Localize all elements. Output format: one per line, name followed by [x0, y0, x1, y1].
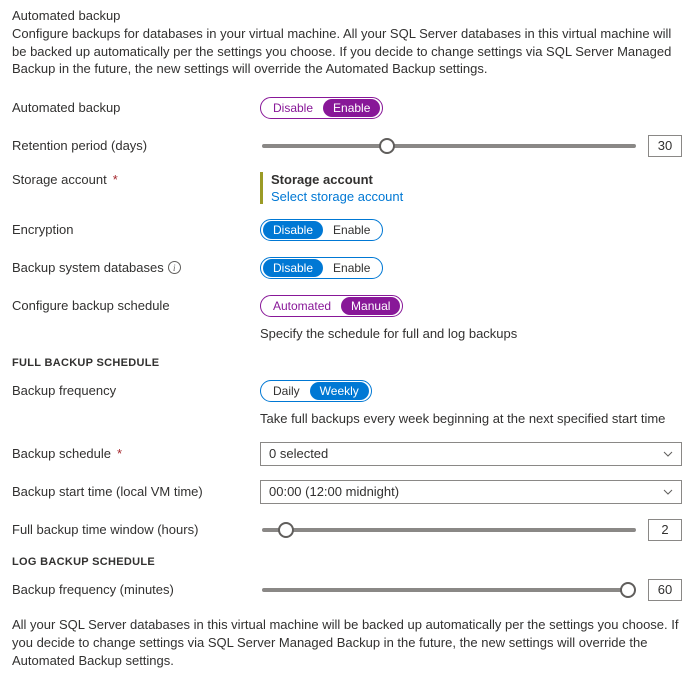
- schedule-hint: Specify the schedule for full and log ba…: [260, 326, 682, 341]
- backup-schedule-dropdown[interactable]: 0 selected: [260, 442, 682, 466]
- encryption-label: Encryption: [12, 222, 260, 237]
- storage-account-title: Storage account: [271, 172, 403, 187]
- frequency-toggle[interactable]: Daily Weekly: [260, 380, 372, 402]
- page-title: Automated backup: [12, 8, 682, 23]
- required-star: *: [117, 446, 122, 461]
- weekly-button[interactable]: Weekly: [310, 382, 369, 400]
- chevron-down-icon: [663, 449, 673, 459]
- enable-button[interactable]: Enable: [323, 221, 380, 239]
- chevron-down-icon: [663, 487, 673, 497]
- log-frequency-slider[interactable]: [262, 588, 636, 592]
- full-schedule-header: FULL BACKUP SCHEDULE: [12, 357, 682, 369]
- daily-button[interactable]: Daily: [263, 382, 310, 400]
- enable-button[interactable]: Enable: [323, 259, 380, 277]
- window-value[interactable]: 2: [648, 519, 682, 541]
- window-slider[interactable]: [262, 528, 636, 532]
- log-frequency-label: Backup frequency (minutes): [12, 582, 260, 597]
- backup-schedule-label: Backup schedule*: [12, 446, 260, 461]
- backup-schedule-value: 0 selected: [269, 446, 328, 461]
- schedule-config-label: Configure backup schedule: [12, 298, 260, 313]
- start-time-dropdown[interactable]: 00:00 (12:00 midnight): [260, 480, 682, 504]
- log-schedule-header: LOG BACKUP SCHEDULE: [12, 556, 682, 568]
- window-label: Full backup time window (hours): [12, 522, 260, 537]
- disable-button[interactable]: Disable: [263, 259, 323, 277]
- start-time-label: Backup start time (local VM time): [12, 484, 260, 499]
- disable-button[interactable]: Disable: [263, 221, 323, 239]
- schedule-config-toggle[interactable]: Automated Manual: [260, 295, 403, 317]
- start-time-value: 00:00 (12:00 midnight): [269, 484, 399, 499]
- log-frequency-value[interactable]: 60: [648, 579, 682, 601]
- manual-button[interactable]: Manual: [341, 297, 400, 315]
- select-storage-link[interactable]: Select storage account: [271, 189, 403, 204]
- retention-value[interactable]: 30: [648, 135, 682, 157]
- disable-button[interactable]: Disable: [263, 99, 323, 117]
- storage-account-label: Storage account*: [12, 172, 260, 187]
- automated-backup-label: Automated backup: [12, 100, 260, 115]
- automated-backup-toggle[interactable]: Disable Enable: [260, 97, 383, 119]
- frequency-hint: Take full backups every week beginning a…: [260, 411, 682, 426]
- automated-button[interactable]: Automated: [263, 297, 341, 315]
- retention-slider[interactable]: [262, 144, 636, 148]
- backup-sys-toggle[interactable]: Disable Enable: [260, 257, 383, 279]
- frequency-label: Backup frequency: [12, 383, 260, 398]
- retention-label: Retention period (days): [12, 138, 260, 153]
- footer-note: All your SQL Server databases in this vi…: [12, 616, 682, 671]
- info-icon[interactable]: i: [168, 261, 181, 274]
- backup-sys-label: Backup system databases i: [12, 260, 260, 275]
- page-description: Configure backups for databases in your …: [12, 25, 682, 78]
- required-star: *: [113, 172, 118, 187]
- encryption-toggle[interactable]: Disable Enable: [260, 219, 383, 241]
- enable-button[interactable]: Enable: [323, 99, 380, 117]
